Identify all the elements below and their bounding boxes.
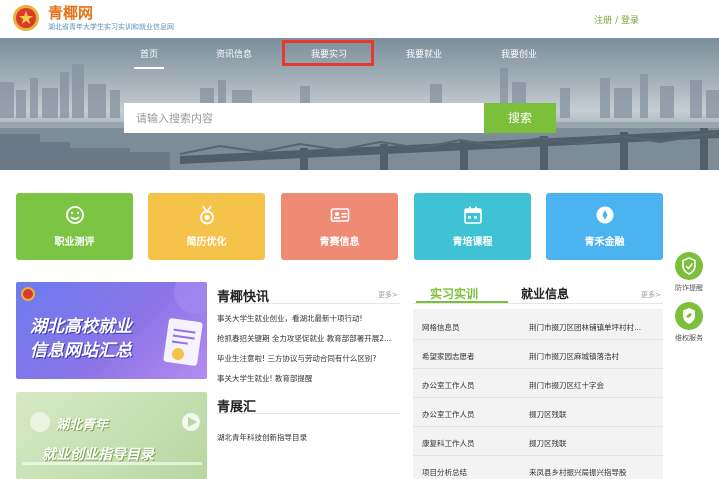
position-location: 掇刀区残联 [529,439,567,448]
tile-label: 青赛信息 [319,237,360,248]
tile-resume-optimization[interactable]: 简历优化 [148,193,265,260]
news-item[interactable]: 毕业生注意啦! 三方协议与劳动合同有什么区别? [217,353,376,364]
site-subtitle: 湖北省青年大学生实习实训和就业信息网 [48,23,174,31]
list-item[interactable]: 办公室工作人员 掇刀区残联 [413,399,663,427]
list-item[interactable]: 希望家园志愿者 荆门市掇刀区麻城镇落浩村 [413,341,663,369]
tile-label: 青禾金融 [584,237,625,248]
showcase-divider [217,413,400,414]
showcase-item[interactable]: 湖北青年科技创新指导目录 [217,432,307,443]
search-input[interactable] [124,103,484,133]
banner-title-line2: 就业创业指导目录 [42,447,154,463]
login-link[interactable]: 登录 [621,16,639,26]
tab-employment-info[interactable]: 就业信息 [521,285,569,302]
list-item[interactable]: 办公室工作人员 荆门市掇刀区红十字会 [413,370,663,398]
highlight-box-internship [282,40,374,66]
position-title: 项目分析总结 [422,468,467,477]
header: 青椰网 湖北省青年大学生实习实训和就业信息网 注册 / 登录 [0,0,719,38]
tile-label: 简历优化 [186,237,227,248]
banner-title-line1: 湖北青年 [56,418,109,433]
jobs-divider [413,303,663,304]
position-title: 办公室工作人员 [422,381,475,390]
jobs-more-link[interactable]: 更多> [641,290,661,300]
position-location: 荆门市掇刀区麻城镇落浩村 [529,352,619,361]
position-location: 荆门市掇刀区团林铺镇单坪村村... [529,323,642,332]
tile-youth-finance[interactable]: 青禾金融 [546,193,663,260]
auth-links: 注册 / 登录 [594,13,639,26]
internship-list: 网格信息员 荆门市掇刀区团林铺镇单坪村村... 希望家园志愿者 荆门市掇刀区麻城… [413,309,663,479]
search-button[interactable]: 搜索 [484,103,556,133]
float-label: 维权服务 [675,334,703,342]
nav-news[interactable]: 资讯信息 [216,47,252,60]
id-card-icon [330,208,349,222]
shield-check-icon [675,252,703,280]
medal-icon [199,205,214,225]
nav-employment[interactable]: 我要就业 [406,47,442,60]
page: 青椰网 湖北省青年大学生实习实训和就业信息网 注册 / 登录 首页 资讯信息 我… [0,0,719,479]
calendar-icon [463,206,482,224]
register-link[interactable]: 注册 [594,16,612,26]
banner-title-line1: 湖北高校就业 [30,317,132,337]
position-title: 康复科工作人员 [422,439,475,448]
list-item[interactable]: 项目分析总结 来凤县乡村振兴局振兴指导股 [413,457,663,479]
banner-hubei-youth-guide[interactable]: 湖北青年 就业创业指导目录 [16,392,207,479]
position-location: 掇刀区残联 [529,410,567,419]
position-location: 荆门市掇刀区红十字会 [529,381,604,390]
list-item[interactable]: 网格信息员 荆门市掇刀区团林铺镇单坪村村... [413,312,663,340]
coin-icon [596,206,613,224]
position-title: 办公室工作人员 [422,410,475,419]
tab-internship-training[interactable]: 实习实训 [430,285,478,302]
site-logo-title[interactable]: 青椰网 [48,2,93,23]
news-item[interactable]: 事关大学生就业创业，看湖北最新十项行动! [217,313,363,324]
tile-career-assessment[interactable]: 职业测评 [16,193,133,260]
position-title: 网格信息员 [422,323,460,332]
anti-fraud-button[interactable]: 防诈提醒 [673,252,705,293]
nav-entrepreneurship[interactable]: 我要创业 [501,47,537,60]
auth-separator: / [615,16,619,26]
position-location: 来凤县乡村振兴局振兴指导股 [529,468,627,477]
position-title: 希望家园志愿者 [422,352,475,361]
main-nav: 首页 资讯信息 我要实习 我要就业 我要创业 [0,38,719,69]
nav-home[interactable]: 首页 [133,47,165,69]
banner-hubei-college-employment[interactable]: 湖北高校就业 信息网站汇总 [16,282,207,379]
shield-leaf-icon [675,302,703,330]
tile-label: 青培课程 [452,237,493,248]
tile-training-courses[interactable]: 青培课程 [414,193,531,260]
hero-banner: 首页 资讯信息 我要实习 我要就业 我要创业 搜索 [0,38,719,170]
banner-title-line2: 信息网站汇总 [30,341,132,361]
news-divider [217,303,400,304]
tile-label: 职业测评 [54,237,95,248]
float-label: 防诈提醒 [675,284,703,292]
news-item[interactable]: 抢抓春招关键期 全力攻坚促就业 教育部部署开展2... [217,333,391,344]
news-item[interactable]: 事关大学生就业! 教育部提醒 [217,373,312,384]
news-more-link[interactable]: 更多> [378,290,398,300]
list-item[interactable]: 康复科工作人员 掇刀区残联 [413,428,663,456]
tile-competition-info[interactable]: 青赛信息 [281,193,398,260]
banner-decoration [22,412,202,465]
smiley-icon [65,206,84,224]
youth-league-emblem-icon[interactable] [12,4,40,32]
rights-service-button[interactable]: 维权服务 [673,302,705,343]
